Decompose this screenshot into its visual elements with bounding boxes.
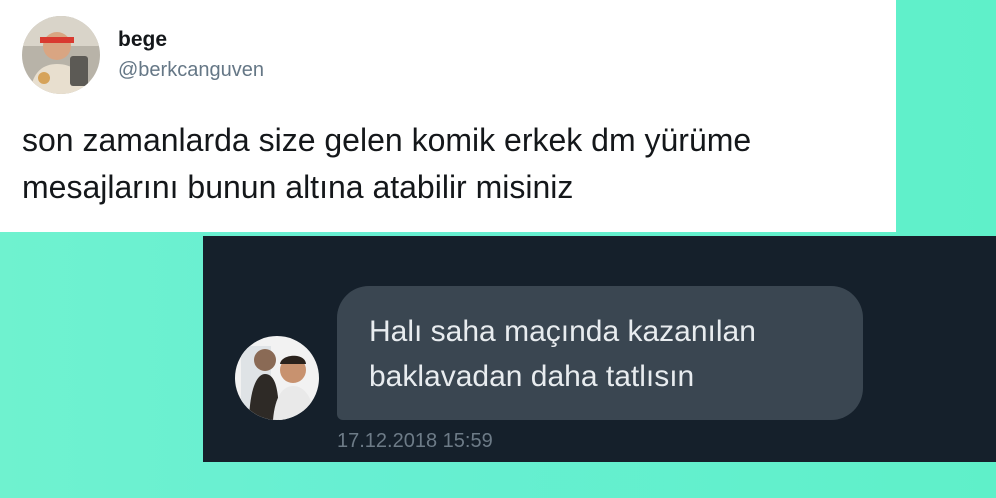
profile-photo-icon — [22, 16, 100, 94]
sender-avatar[interactable] — [235, 336, 319, 420]
dm-panel: Halı saha maçında kazanılan baklavadan d… — [203, 236, 996, 462]
tweet-card: bege @berkcanguven son zamanlarda size g… — [0, 0, 896, 232]
tweet-text: son zamanlarda size gelen komik erkek dm… — [22, 122, 752, 205]
user-handle[interactable]: @berkcanguven — [118, 58, 264, 82]
avatar[interactable] — [22, 16, 100, 94]
message-bubble[interactable]: Halı saha maçında kazanılan baklavadan d… — [337, 286, 863, 420]
message-text: Halı saha maçında kazanılan baklavadan d… — [369, 315, 756, 393]
message-timestamp: 17.12.2018 15:59 — [337, 430, 493, 452]
user-name[interactable]: bege — [118, 28, 167, 52]
profile-photo-icon — [235, 336, 319, 420]
